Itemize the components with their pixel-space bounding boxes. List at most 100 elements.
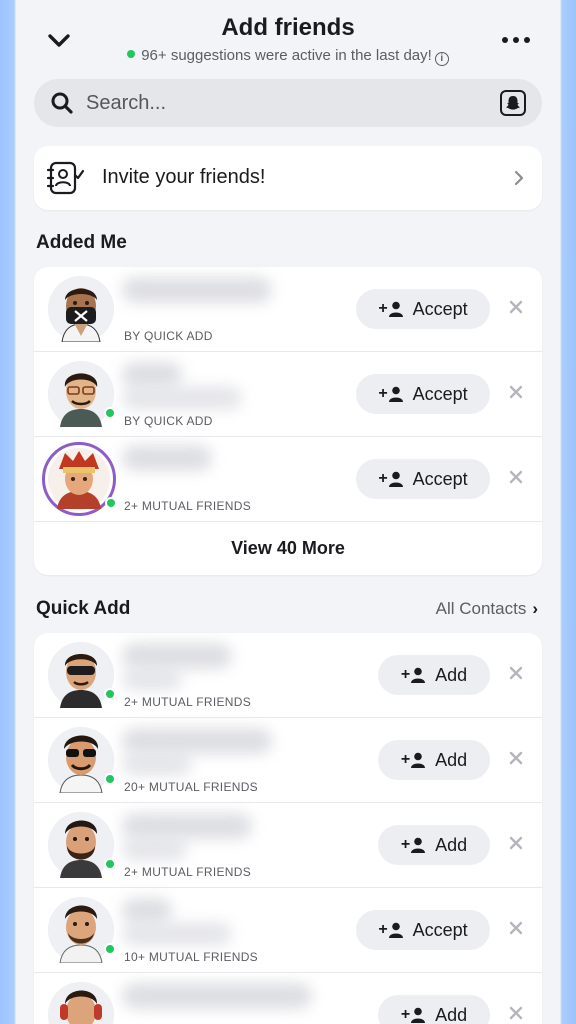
avatar[interactable] xyxy=(48,812,116,878)
list-item[interactable]: 10+ MUTUAL FRIENDS + Accept xyxy=(34,888,542,973)
row-subtitle: 10+ MUTUAL FRIENDS xyxy=(124,950,258,964)
close-icon[interactable] xyxy=(508,384,524,400)
add-button[interactable]: + Add xyxy=(378,825,490,865)
chevron-right-icon xyxy=(514,170,524,186)
online-status-icon xyxy=(104,688,116,700)
blurred-name xyxy=(122,643,232,669)
add-button[interactable]: + Add xyxy=(378,740,490,780)
row-subtitle: BY QUICK ADD xyxy=(124,329,213,343)
blurred-username xyxy=(122,752,192,776)
contacts-book-icon xyxy=(46,161,85,195)
blurred-username xyxy=(122,386,242,410)
row-subtitle: 2+ MUTUAL FRIENDS xyxy=(124,695,252,709)
active-suggestions-status: 96+ suggestions were active in the last … xyxy=(16,47,560,66)
add-friend-icon: + xyxy=(401,1006,426,1024)
page-title: Add friends xyxy=(221,14,355,41)
add-label: Add xyxy=(435,834,468,855)
close-icon[interactable] xyxy=(508,1005,524,1021)
blurred-name xyxy=(122,898,172,924)
row-subtitle: 2+ MUTUAL FRIENDS xyxy=(124,499,252,513)
invite-friends-row[interactable]: Invite your friends! xyxy=(34,146,542,210)
more-dots-icon[interactable] xyxy=(502,30,530,50)
accept-button[interactable]: + Accept xyxy=(356,289,490,329)
bitmoji-avatar-icon xyxy=(48,642,114,708)
accept-label: Accept xyxy=(412,383,468,404)
search-input[interactable] xyxy=(86,89,466,117)
list-item[interactable]: + Add xyxy=(34,973,542,1024)
added-me-list: BY QUICK ADD + Accept BY QUICK ADD + Acc… xyxy=(34,267,542,575)
bitmoji-avatar-icon xyxy=(48,982,114,1024)
bitmoji-avatar-icon xyxy=(48,897,114,964)
list-item[interactable]: 2+ MUTUAL FRIENDS + Add xyxy=(34,633,542,718)
accept-label: Accept xyxy=(412,298,468,319)
blurred-name xyxy=(122,813,252,839)
avatar[interactable] xyxy=(48,361,116,427)
list-item[interactable]: BY QUICK ADD + Accept xyxy=(34,267,542,352)
avatar[interactable] xyxy=(48,642,116,708)
header: Add friends 96+ suggestions were active … xyxy=(16,0,560,76)
avatar[interactable] xyxy=(48,982,114,1024)
quick-add-list: 2+ MUTUAL FRIENDS + Add 20+ MUTUAL FRIEN… xyxy=(34,633,542,1024)
close-icon[interactable] xyxy=(508,920,524,936)
add-friend-icon: + xyxy=(378,300,403,318)
online-status-icon xyxy=(104,407,116,419)
quick-add-heading: Quick Add xyxy=(36,598,131,619)
accept-button[interactable]: + Accept xyxy=(356,459,490,499)
blurred-username xyxy=(122,837,187,861)
accept-button[interactable]: + Accept xyxy=(356,374,490,414)
added-me-heading: Added Me xyxy=(36,232,127,253)
bitmoji-avatar-icon xyxy=(48,812,114,878)
search-bar[interactable] xyxy=(34,79,542,127)
add-label: Add xyxy=(435,1004,468,1024)
blurred-name xyxy=(122,728,272,754)
blurred-username xyxy=(122,667,182,691)
chevron-right-icon: › xyxy=(532,599,538,618)
blurred-name xyxy=(122,362,182,388)
accept-button[interactable]: + Accept xyxy=(356,910,490,950)
list-item[interactable]: 20+ MUTUAL FRIENDS + Add xyxy=(34,718,542,803)
list-item[interactable]: BY QUICK ADD + Accept xyxy=(34,352,542,437)
bitmoji-avatar-icon xyxy=(48,361,114,427)
add-friend-icon: + xyxy=(401,751,426,769)
bitmoji-avatar-icon xyxy=(48,448,110,510)
list-item[interactable]: 2+ MUTUAL FRIENDS + Add xyxy=(34,803,542,888)
add-friend-icon: + xyxy=(378,921,403,939)
blurred-username xyxy=(122,922,232,946)
add-button[interactable]: + Add xyxy=(378,995,490,1024)
blurred-name xyxy=(122,983,312,1009)
online-status-icon xyxy=(104,943,116,955)
row-subtitle: 2+ MUTUAL FRIENDS xyxy=(124,865,252,879)
close-icon[interactable] xyxy=(508,750,524,766)
close-icon[interactable] xyxy=(508,469,524,485)
invite-friends-label: Invite your friends! xyxy=(102,166,266,188)
close-icon[interactable] xyxy=(508,299,524,315)
all-contacts-label: All Contacts xyxy=(435,599,527,618)
blurred-name xyxy=(122,277,272,303)
add-label: Add xyxy=(435,749,468,770)
active-suggestions-text: 96+ suggestions were active in the last … xyxy=(141,47,432,64)
add-label: Add xyxy=(435,664,468,685)
online-status-icon xyxy=(105,497,117,509)
accept-label: Accept xyxy=(412,468,468,489)
avatar[interactable] xyxy=(48,276,114,343)
row-subtitle: 20+ MUTUAL FRIENDS xyxy=(124,780,258,794)
accept-label: Accept xyxy=(412,919,468,940)
close-icon[interactable] xyxy=(508,835,524,851)
blurred-name xyxy=(122,445,212,471)
close-icon[interactable] xyxy=(508,665,524,681)
avatar[interactable] xyxy=(48,727,116,794)
add-friend-icon: + xyxy=(378,385,403,403)
add-button[interactable]: + Add xyxy=(378,655,490,695)
online-dot-icon xyxy=(127,50,136,58)
all-contacts-link[interactable]: All Contacts › xyxy=(436,599,538,619)
info-icon[interactable]: i xyxy=(434,52,449,66)
snapcode-ghost-icon[interactable] xyxy=(500,90,526,116)
view-more-button[interactable]: View 40 More xyxy=(34,521,542,575)
list-item[interactable]: 2+ MUTUAL FRIENDS + Accept xyxy=(34,437,542,522)
add-friend-icon: + xyxy=(378,470,403,488)
avatar[interactable] xyxy=(48,897,116,964)
bitmoji-avatar-icon xyxy=(48,276,114,343)
avatar[interactable] xyxy=(42,442,117,516)
search-icon xyxy=(51,92,73,114)
online-status-icon xyxy=(104,773,116,785)
